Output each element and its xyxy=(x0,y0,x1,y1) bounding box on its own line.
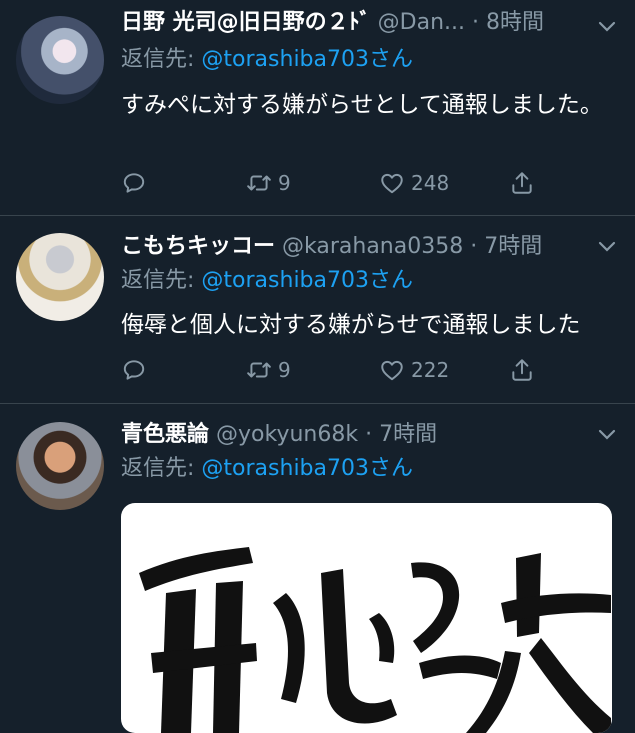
retweet-icon xyxy=(247,175,271,191)
tweet-header: 青色悪論 @yokyun68k · 7時間 xyxy=(121,420,587,450)
display-name[interactable]: 日野 光司@旧日野の２ﾄﾞ xyxy=(121,10,371,35)
tweet-header: 日野 光司@旧日野の２ﾄﾞ @Dan... · 8時間 xyxy=(121,8,587,38)
reply-prefix: 返信先: xyxy=(121,268,195,293)
chevron-down-icon[interactable] xyxy=(597,424,617,444)
calligraphy-image xyxy=(139,547,611,733)
reply-to-line: 返信先: @torashiba703さん xyxy=(121,45,413,75)
avatar[interactable] xyxy=(16,16,104,104)
avatar[interactable] xyxy=(16,422,104,510)
retweet-icon xyxy=(247,362,271,378)
like-icon xyxy=(381,360,403,381)
chevron-down-icon[interactable] xyxy=(597,236,617,256)
reply-to-handle[interactable]: @torashiba703さん xyxy=(201,456,413,481)
reply-to-handle[interactable]: @torashiba703さん xyxy=(201,268,413,293)
share-button[interactable] xyxy=(509,354,535,386)
tweet-header: こもちキッコー @karahana0358 · 7時間 xyxy=(121,232,587,262)
like-button[interactable]: 222 xyxy=(379,354,449,386)
user-handle[interactable]: @karahana0358 xyxy=(282,234,463,259)
timestamp[interactable]: · 7時間 xyxy=(365,422,437,447)
share-button[interactable] xyxy=(509,167,535,199)
retweet-count: 9 xyxy=(278,171,291,195)
share-icon xyxy=(512,359,532,381)
chevron-down-icon[interactable] xyxy=(597,16,617,36)
share-icon xyxy=(512,172,532,194)
retweet-count: 9 xyxy=(278,358,291,382)
avatar[interactable] xyxy=(16,233,104,321)
tweet-actions: 9 248 xyxy=(121,167,541,199)
timestamp[interactable]: · 8時間 xyxy=(472,10,544,35)
retweet-button[interactable]: 9 xyxy=(246,354,291,386)
reply-prefix: 返信先: xyxy=(121,47,195,72)
tweet-text: 侮辱と個人に対する嫌がらせで通報しました xyxy=(121,312,581,338)
tweet-actions: 9 222 xyxy=(121,354,541,386)
like-count: 222 xyxy=(411,358,450,382)
tweet-text: すみぺに対する嫌がらせとして通報しました。 xyxy=(121,92,603,118)
reply-to-line: 返信先: @torashiba703さん xyxy=(121,454,413,484)
like-count: 248 xyxy=(411,171,450,195)
reply-to-line: 返信先: @torashiba703さん xyxy=(121,266,413,296)
display-name[interactable]: こもちキッコー xyxy=(121,234,275,259)
user-handle[interactable]: @yokyun68k xyxy=(216,422,358,447)
like-icon xyxy=(381,173,403,194)
reply-button[interactable] xyxy=(121,354,147,386)
display-name[interactable]: 青色悪論 xyxy=(121,422,209,447)
tweet[interactable]: 日野 光司@旧日野の２ﾄﾞ @Dan... · 8時間 返信先: @torash… xyxy=(0,0,635,216)
reply-icon xyxy=(123,173,145,193)
tweet-image[interactable] xyxy=(121,503,612,733)
user-handle[interactable]: @Dan... xyxy=(378,10,465,35)
reply-button[interactable] xyxy=(121,167,147,199)
like-button[interactable]: 248 xyxy=(379,167,449,199)
retweet-button[interactable]: 9 xyxy=(246,167,291,199)
reply-icon xyxy=(123,360,145,380)
reply-prefix: 返信先: xyxy=(121,456,195,481)
reply-to-handle[interactable]: @torashiba703さん xyxy=(201,47,413,72)
timestamp[interactable]: · 7時間 xyxy=(470,234,542,259)
